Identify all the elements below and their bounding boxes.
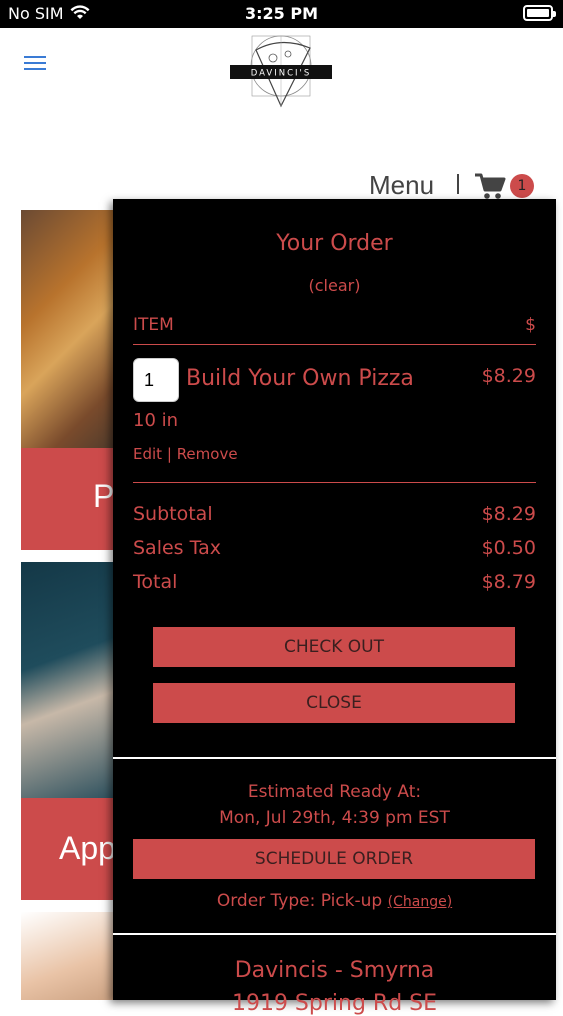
pizza-photo	[21, 210, 121, 448]
item-column-header: ITEM	[133, 315, 174, 335]
nav-divider	[457, 174, 459, 194]
total-label: Total	[133, 571, 178, 593]
item-size: 10 in	[133, 410, 179, 431]
appetizers-photo	[21, 562, 121, 798]
remove-item-link[interactable]: Remove	[177, 445, 238, 463]
items-divider	[133, 482, 536, 483]
estimated-ready-time: Mon, Jul 29th, 4:39 pm EST	[219, 808, 450, 828]
order-type-label: Order Type: Pick-up	[216, 891, 383, 911]
close-button[interactable]: CLOSE	[153, 683, 515, 723]
hamburger-menu-icon[interactable]	[24, 56, 46, 70]
status-bar: No SIM 3:25 PM	[0, 0, 563, 28]
header-divider	[133, 344, 536, 345]
item-price: $8.29	[481, 365, 536, 387]
category-card-pizza[interactable]: P	[21, 210, 121, 550]
order-title: Your Order	[276, 231, 393, 256]
change-order-type-link[interactable]: (Change)	[388, 894, 453, 910]
item-actions: Edit | Remove	[133, 445, 238, 463]
store-address: 1919 Spring Rd SE	[231, 991, 438, 1016]
actions-separator: |	[166, 445, 172, 463]
category-card-appetizers[interactable]: App	[21, 562, 121, 900]
section-divider	[113, 757, 556, 759]
estimated-ready-label: Estimated Ready At:	[247, 782, 422, 802]
clear-order-link[interactable]: (clear)	[113, 276, 556, 295]
category-photo	[21, 912, 121, 1000]
edit-item-link[interactable]: Edit	[133, 445, 162, 463]
sales-tax-label: Sales Tax	[133, 537, 221, 559]
order-type: Order Type: Pick-up (Change)	[113, 891, 556, 911]
nav-menu-link[interactable]: Menu	[369, 170, 434, 201]
logo-text: DAVINCI'S	[251, 69, 312, 79]
subtotal-label: Subtotal	[133, 503, 213, 525]
category-label: App	[21, 798, 121, 900]
cart-icon[interactable]	[474, 172, 506, 200]
category-card-3[interactable]	[21, 912, 121, 1000]
clock: 3:25 PM	[244, 4, 318, 23]
schedule-order-button[interactable]: SCHEDULE ORDER	[133, 839, 535, 879]
order-panel: Your Order (clear) ITEM $ 1 Build Your O…	[113, 199, 556, 1016]
category-label: P	[21, 448, 121, 550]
section-divider	[113, 933, 556, 935]
store-name: Davincis - Smyrna	[234, 958, 435, 983]
price-column-header: $	[525, 315, 536, 335]
item-name: Build Your Own Pizza	[186, 366, 414, 391]
checkout-button[interactable]: CHECK OUT	[153, 627, 515, 667]
davincis-logo[interactable]: DAVINCI'S	[228, 30, 334, 110]
total-value: $8.79	[481, 571, 536, 593]
quantity-input[interactable]: 1	[133, 358, 179, 402]
sales-tax-value: $0.50	[481, 537, 536, 559]
cart-count-badge[interactable]: 1	[510, 174, 534, 198]
subtotal-value: $8.29	[481, 503, 536, 525]
battery-icon	[523, 5, 556, 21]
